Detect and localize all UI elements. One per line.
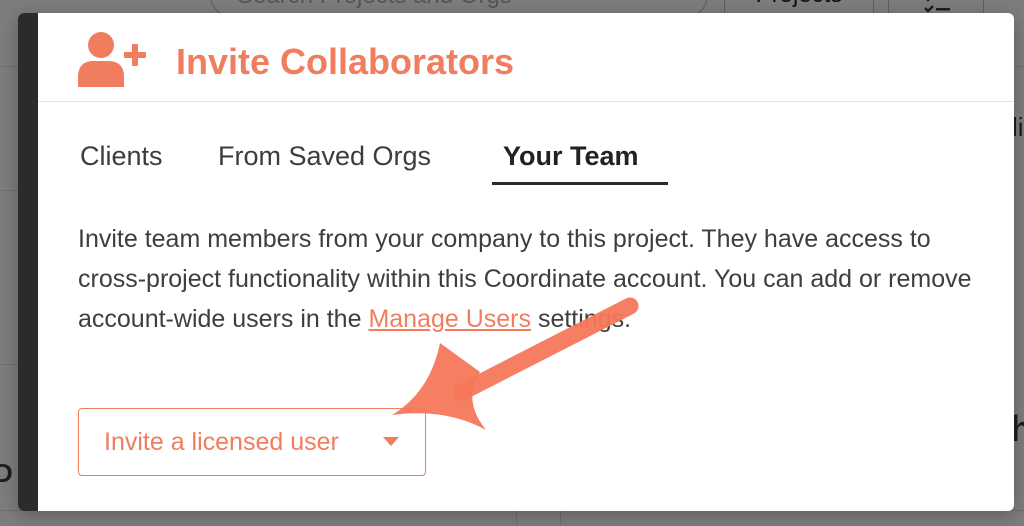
background-divider — [560, 510, 561, 526]
tab-your-team[interactable]: Your Team — [492, 131, 668, 185]
modal-edge — [18, 13, 38, 511]
description-suffix: settings. — [531, 305, 632, 333]
team-invite-description: Invite team members from your company to… — [78, 219, 984, 339]
invite-collaborators-modal: Invite Collaborators Clients From Saved … — [18, 13, 1014, 511]
invite-licensed-user-button[interactable]: Invite a licensed user — [78, 408, 426, 476]
background-divider — [0, 364, 18, 365]
modal-header: Invite Collaborators — [38, 13, 1014, 102]
background-divider — [0, 190, 18, 191]
tab-from-saved-orgs[interactable]: From Saved Orgs — [218, 131, 431, 185]
person-add-icon — [78, 32, 146, 87]
manage-users-link[interactable]: Manage Users — [368, 305, 531, 333]
tab-clients[interactable]: Clients — [80, 131, 163, 185]
invite-button-label: Invite a licensed user — [104, 428, 339, 456]
caret-down-icon — [383, 437, 399, 446]
background-text-fragment: D — [0, 458, 13, 488]
background-divider — [516, 510, 517, 526]
modal-title: Invite Collaborators — [176, 41, 515, 82]
